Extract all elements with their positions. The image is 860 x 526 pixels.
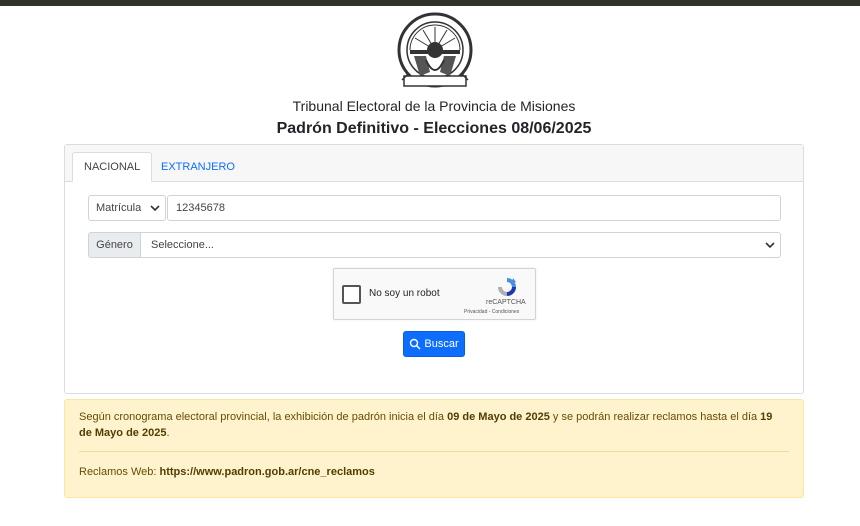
notice-part-1: Según cronograma electoral provincial, l… — [79, 411, 448, 423]
recaptcha-label: No soy un robot — [369, 288, 440, 299]
tab-nacional[interactable]: NACIONAL — [72, 152, 153, 182]
gender-select-value: Seleccione... — [151, 239, 214, 251]
notice-part-3: . — [166, 427, 170, 439]
organization-name: Tribunal Electoral de la Provincia de Mi… — [292, 98, 576, 114]
reclamos-label: Reclamos Web: — [79, 466, 160, 478]
gender-label: Género — [88, 232, 141, 258]
reclamos-link[interactable]: https://www.padron.gob.ar/cne_reclamos — [160, 466, 375, 478]
notice-part-2: y se podrán realizar reclamos hasta el d… — [549, 411, 761, 423]
gender-select[interactable]: Seleccione... — [141, 232, 781, 258]
schedule-notice: Según cronograma electoral provincial, l… — [64, 399, 804, 498]
document-type-value: Matrícula — [96, 202, 142, 214]
search-icon — [410, 338, 421, 350]
chevron-down-icon — [765, 242, 775, 249]
chevron-down-icon — [150, 205, 160, 212]
reclamos-line: Reclamos Web: https://www.padron.gob.ar/… — [79, 464, 375, 480]
provincial-seal-logo — [397, 12, 473, 88]
recaptcha-links[interactable]: Privacidad - Condiciones — [464, 309, 519, 315]
recaptcha-logo-icon — [498, 278, 516, 296]
notice-text: Según cronograma electoral provincial, l… — [79, 409, 785, 441]
notice-start-date: 09 de Mayo de 2025 — [447, 411, 550, 423]
page-title: Padrón Definitivo - Elecciones 08/06/202… — [276, 120, 592, 137]
document-type-select[interactable]: Matrícula — [88, 195, 166, 221]
tab-extranjero[interactable]: EXTRANJERO — [149, 152, 247, 182]
search-card: NACIONAL EXTRANJERO Matrícula 12345678 G… — [64, 144, 804, 394]
recaptcha-widget: No soy un robot reCAPTCHA Privacidad - C… — [333, 268, 536, 320]
search-button[interactable]: Buscar — [403, 331, 465, 357]
document-row: Matrícula 12345678 — [88, 195, 781, 221]
top-bar — [0, 0, 860, 6]
document-number-input[interactable]: 12345678 — [167, 195, 781, 221]
recaptcha-checkbox[interactable] — [342, 285, 361, 304]
recaptcha-brand: reCAPTCHA — [486, 299, 526, 306]
notice-divider — [79, 451, 789, 452]
tab-bar: NACIONAL EXTRANJERO — [65, 145, 803, 182]
gender-row: Género Seleccione... — [88, 232, 781, 258]
search-button-label: Buscar — [424, 338, 459, 350]
